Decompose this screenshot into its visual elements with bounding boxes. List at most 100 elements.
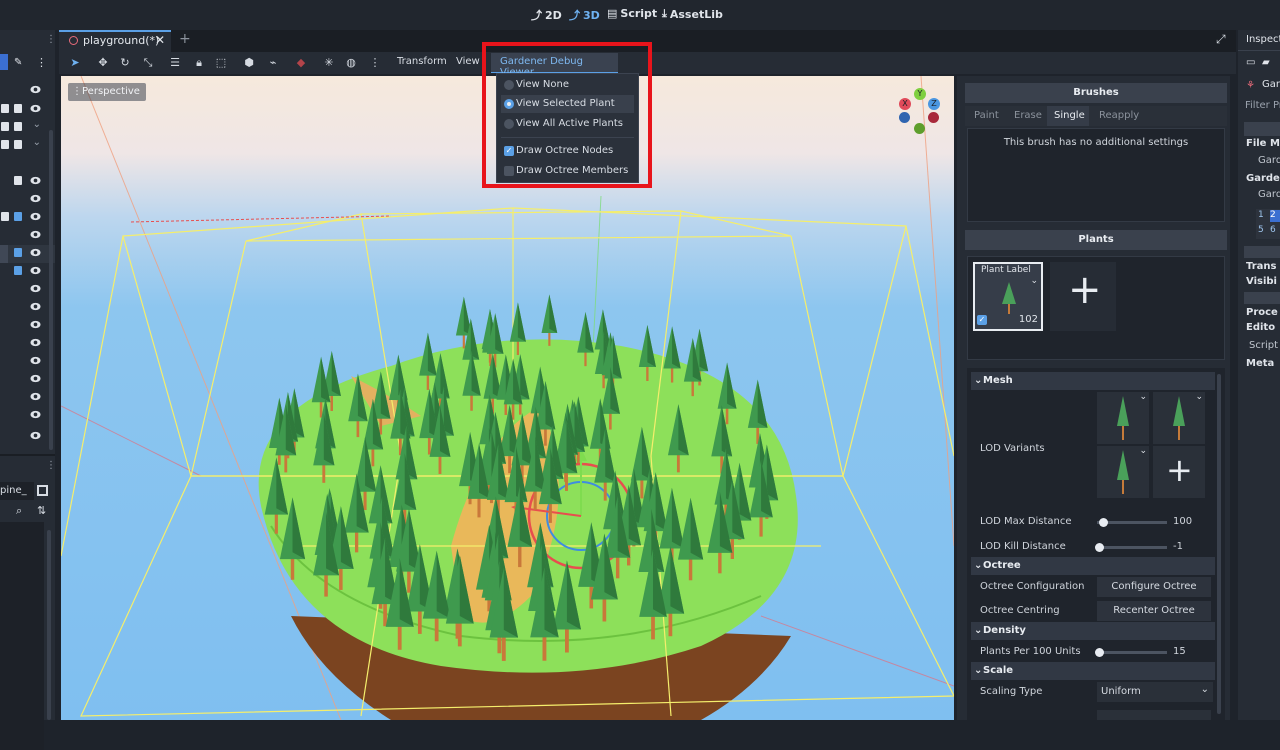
tab-single[interactable]: Single [1047, 106, 1089, 126]
layout-toggle-icon[interactable] [37, 485, 48, 496]
visibility-icon[interactable] [30, 229, 41, 240]
filter-properties-input[interactable]: Filter Pr [1245, 100, 1280, 111]
more-icon[interactable]: ⋮ [369, 57, 381, 69]
scrollbar[interactable] [1217, 374, 1221, 714]
rotate-tool-icon[interactable]: ↻ [119, 57, 131, 69]
visibility-icon[interactable] [30, 175, 41, 186]
tree-row[interactable] [0, 101, 55, 119]
workspace-script-button[interactable]: ▤ Script [607, 7, 657, 20]
group-icon[interactable]: ⬚ [215, 57, 227, 69]
visibility-icon[interactable] [30, 84, 41, 95]
scale-range-inputs[interactable] [1097, 710, 1211, 720]
layer-grid[interactable]: 1 2 5 6 [1256, 209, 1280, 239]
tree-row[interactable] [0, 389, 55, 407]
dock-menu-icon[interactable]: ⋮ [46, 34, 56, 45]
workspace-2d-button[interactable]: ⤴ 2D [531, 7, 562, 23]
lock-icon[interactable]: 🔒︎ [193, 57, 205, 69]
plants-per-slider[interactable] [1095, 648, 1167, 657]
slider-handle[interactable] [1099, 518, 1108, 527]
visibility-icon[interactable] [30, 409, 41, 420]
gizmo-y-axis[interactable]: Y [914, 88, 926, 100]
file-filter-input[interactable]: pine_ [0, 482, 34, 500]
visibility-icon[interactable] [30, 337, 41, 348]
scale-section[interactable]: ⌄ Scale [971, 662, 1215, 680]
visibility-icon[interactable] [30, 355, 41, 366]
lod-variant-slot[interactable]: ⌄ [1097, 446, 1149, 498]
tree-row[interactable] [0, 227, 55, 245]
dock-menu-icon[interactable]: ⋮ [46, 460, 56, 471]
collapse-icon[interactable]: ⌄ [33, 119, 41, 130]
tree-row[interactable] [0, 299, 55, 317]
move-tool-icon[interactable]: ✥ [97, 57, 109, 69]
tab-erase[interactable]: Erase [1014, 110, 1042, 121]
search-icon[interactable]: ⌕ [16, 504, 22, 518]
gizmo-red-icon[interactable]: ◆ [295, 57, 307, 69]
octree-section[interactable]: ⌄ Octree [971, 557, 1215, 575]
view-menu[interactable]: View [456, 56, 480, 67]
tree-row[interactable] [0, 173, 55, 191]
add-tab-icon[interactable]: + [179, 31, 191, 47]
sort-icon[interactable]: ⇅ [37, 504, 46, 517]
tab-paint[interactable]: Paint [974, 110, 999, 121]
slider-handle[interactable] [1095, 648, 1104, 657]
orientation-gizmo[interactable]: Y X Z [897, 88, 943, 138]
plant-enabled-checkbox[interactable]: ✓ [977, 315, 987, 325]
chevron-down-icon[interactable]: ⌄ [1139, 392, 1147, 402]
close-icon[interactable]: ✕ [155, 33, 165, 47]
chevron-down-icon[interactable]: ⌄ [1139, 446, 1147, 456]
tree-row[interactable] [0, 82, 55, 100]
gizmo-neg-z[interactable] [899, 112, 910, 123]
tree-row[interactable] [0, 317, 55, 335]
scaling-type-select[interactable]: Uniform ⌄ [1097, 682, 1213, 702]
tree-row[interactable] [0, 209, 55, 227]
mesh-section[interactable]: ⌄ Mesh [971, 372, 1215, 390]
transform-menu[interactable]: Transform [397, 56, 447, 67]
visibility-icon[interactable] [30, 391, 41, 402]
sun-icon[interactable]: ✳ [323, 57, 335, 69]
tree-row[interactable]: ⌄ [0, 119, 55, 137]
lod-variant-slot[interactable]: ⌄ [1153, 392, 1205, 444]
tree-row[interactable] [0, 371, 55, 389]
chevron-down-icon[interactable]: ⌄ [1030, 276, 1038, 286]
tree-row[interactable] [0, 263, 55, 281]
lod-kill-distance-slider[interactable] [1095, 543, 1167, 552]
workspace-3d-button[interactable]: ⤴ 3D [569, 7, 600, 23]
visibility-icon[interactable] [30, 265, 41, 276]
environment-icon[interactable]: ◍ [345, 57, 357, 69]
gizmo-x-axis[interactable]: X [899, 98, 911, 110]
plant-card[interactable]: Plant Label ⌄ ✓ 102 [973, 262, 1043, 331]
dock-selector[interactable] [0, 54, 8, 70]
tree-row[interactable]: ⌄ [0, 137, 55, 155]
list-tool-icon[interactable]: ☰ [169, 57, 181, 69]
tree-row[interactable] [0, 428, 55, 446]
gizmo-neg-y[interactable] [914, 123, 925, 134]
cube-icon[interactable]: ⬢ [243, 57, 255, 69]
visibility-icon[interactable] [30, 193, 41, 204]
collapse-icon[interactable]: ⌄ [33, 137, 41, 148]
visibility-icon[interactable] [30, 283, 41, 294]
gizmo-z-axis[interactable]: Z [928, 98, 940, 110]
visibility-icon[interactable] [30, 301, 41, 312]
distraction-free-icon[interactable]: ⤢ [1216, 32, 1226, 47]
add-lod-variant-button[interactable]: + [1153, 446, 1205, 498]
file-list[interactable] [0, 522, 44, 750]
visibility-icon[interactable] [30, 247, 41, 258]
tree-row[interactable] [0, 335, 55, 353]
lod-variant-slot[interactable]: ⌄ [1097, 392, 1149, 444]
lod-kill-distance-value[interactable]: -1 [1173, 541, 1183, 552]
tab-reapply[interactable]: Reapply [1099, 110, 1139, 121]
visibility-icon[interactable] [30, 430, 41, 441]
select-tool-icon[interactable]: ➤ [69, 57, 81, 69]
tab-playground[interactable]: playground(*) ✕ [59, 30, 171, 52]
density-section[interactable]: ⌄ Density [971, 622, 1215, 640]
tree-row[interactable] [0, 353, 55, 371]
add-plant-button[interactable]: + [1050, 262, 1116, 331]
workspace-assetlib-button[interactable]: ⤓ AssetLib [662, 7, 723, 21]
visibility-icon[interactable] [30, 211, 41, 222]
visibility-icon[interactable] [30, 103, 41, 114]
gizmo-neg-x[interactable] [928, 112, 939, 123]
tree-row[interactable] [0, 191, 55, 209]
lod-max-distance-value[interactable]: 100 [1173, 516, 1192, 527]
visibility-icon[interactable] [30, 373, 41, 384]
scrollbar[interactable] [49, 130, 53, 450]
